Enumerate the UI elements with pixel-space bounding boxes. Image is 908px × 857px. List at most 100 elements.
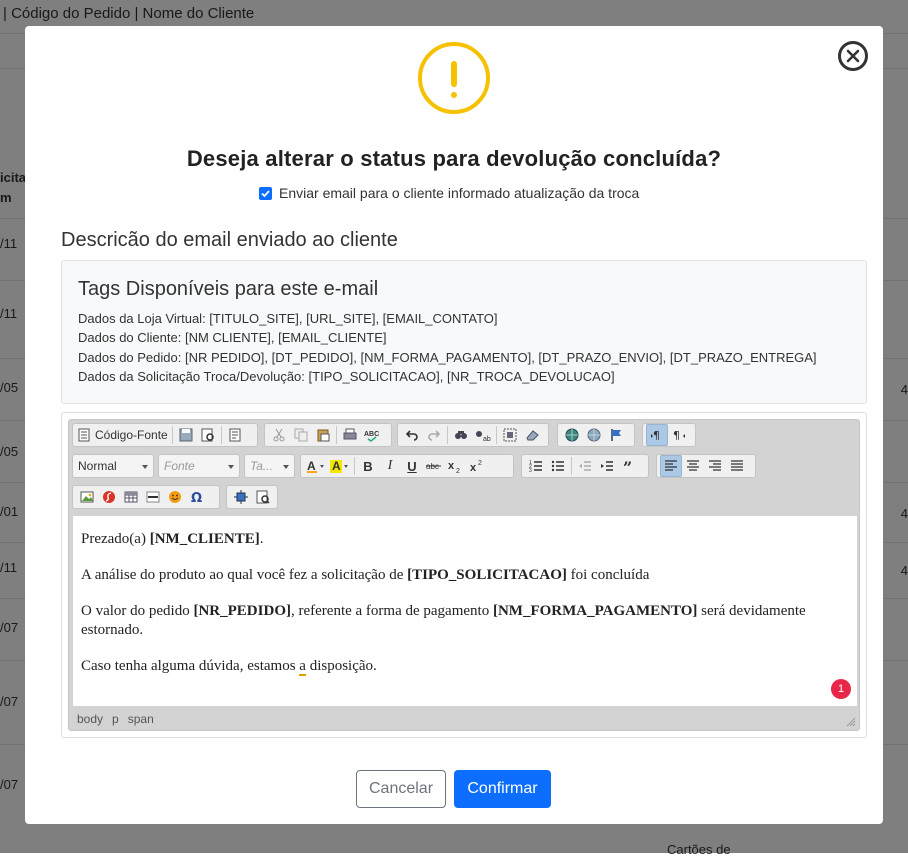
format-select[interactable]: Normal: [72, 454, 154, 478]
font-select[interactable]: Fonte: [158, 454, 240, 478]
svg-text:A: A: [332, 459, 341, 473]
strike-button[interactable]: abc: [423, 455, 445, 477]
italic-button[interactable]: I: [379, 455, 401, 477]
toolbar-document-group: Código-Fonte: [72, 423, 258, 447]
source-button[interactable]: Código-Fonte: [76, 424, 170, 446]
blockquote-button[interactable]: ”: [618, 455, 640, 477]
email-editor-wrapper: Código-Fonte ABC ab ¶ ¶ Normal Fonte Ta.…: [61, 412, 867, 738]
available-tags-panel: Tags Disponíveis para este e-mail Dados …: [61, 260, 867, 404]
preview-button[interactable]: [197, 424, 219, 446]
replace-icon: ab: [476, 431, 491, 442]
templates-button[interactable]: [224, 424, 246, 446]
numbered-list-button[interactable]: 123: [525, 455, 547, 477]
maximize-icon: [234, 490, 248, 504]
special-char-button[interactable]: Ω: [186, 486, 208, 508]
replace-button[interactable]: ab: [472, 424, 494, 446]
bullet-list-button[interactable]: [547, 455, 569, 477]
undo-button[interactable]: [401, 424, 423, 446]
align-center-icon: [687, 460, 699, 471]
close-button[interactable]: [838, 41, 868, 71]
toolbar-edit-group: ab: [397, 423, 549, 447]
table-icon: [124, 491, 138, 503]
close-icon: [846, 49, 860, 63]
align-left-button[interactable]: [660, 455, 682, 477]
svg-text:2: 2: [456, 468, 460, 473]
subscript-button[interactable]: x2: [445, 455, 467, 477]
resize-handle-icon[interactable]: [846, 717, 856, 727]
superscript-button[interactable]: x2: [467, 455, 489, 477]
globe-unlink-icon: [587, 428, 601, 442]
content-tag: [TIPO_SOLICITACAO]: [407, 567, 567, 583]
text-color-button[interactable]: A: [304, 455, 328, 477]
path-item-p[interactable]: p: [112, 712, 119, 726]
anchor-button[interactable]: [605, 424, 627, 446]
redo-button[interactable]: [423, 424, 445, 446]
omega-icon: Ω: [191, 491, 202, 504]
content-tag: [NR_PEDIDO]: [193, 603, 291, 619]
spellcheck-mark[interactable]: a: [299, 658, 306, 676]
image-button[interactable]: [76, 486, 98, 508]
paste-button[interactable]: [312, 424, 334, 446]
path-item-span[interactable]: span: [128, 712, 154, 726]
print-button[interactable]: [339, 424, 361, 446]
cancel-button[interactable]: Cancelar: [356, 770, 446, 808]
numbered-list-icon: 123: [529, 460, 542, 473]
size-select[interactable]: Ta...: [244, 454, 295, 478]
text-ltr-icon: ¶: [651, 429, 660, 442]
strikethrough-icon: abc: [426, 462, 441, 471]
select-all-icon: [503, 428, 517, 442]
maximize-button[interactable]: [230, 486, 252, 508]
link-button[interactable]: [561, 424, 583, 446]
rtl-button[interactable]: ¶: [668, 424, 690, 446]
flash-button[interactable]: [98, 486, 120, 508]
copy-icon: [294, 428, 308, 442]
align-right-button[interactable]: [704, 455, 726, 477]
source-button-label: Código-Fonte: [95, 428, 168, 442]
send-email-checkbox[interactable]: [259, 186, 272, 200]
warning-icon: [418, 42, 490, 114]
align-right-icon: [709, 460, 721, 471]
cut-button[interactable]: [268, 424, 290, 446]
spellcheck-button[interactable]: ABC: [361, 424, 383, 446]
send-email-checkbox-row[interactable]: Enviar email para o cliente informado at…: [259, 183, 639, 203]
horizontal-rule-button[interactable]: [142, 486, 164, 508]
send-email-checkbox-label[interactable]: Enviar email para o cliente informado at…: [279, 185, 639, 201]
show-blocks-button[interactable]: [252, 486, 274, 508]
justify-button[interactable]: [726, 455, 748, 477]
find-button[interactable]: [450, 424, 472, 446]
bg-color-button[interactable]: A: [328, 455, 352, 477]
align-left-icon: [665, 460, 677, 471]
svg-text:A: A: [307, 459, 316, 473]
tags-line-request: Dados da Solicitação Troca/Devolução: [T…: [78, 369, 615, 384]
globe-link-icon: [565, 428, 579, 442]
ltr-button[interactable]: ¶: [646, 424, 668, 446]
editor-content-area[interactable]: Prezado(a) [NM_CLIENTE]. A análise do pr…: [73, 516, 857, 706]
save-icon: [179, 428, 193, 442]
save-button[interactable]: [175, 424, 197, 446]
path-item-body[interactable]: body: [77, 712, 103, 726]
indent-button[interactable]: [596, 455, 618, 477]
cut-icon: [273, 428, 285, 442]
unlink-button[interactable]: [583, 424, 605, 446]
copy-button[interactable]: [290, 424, 312, 446]
underline-button[interactable]: U: [401, 455, 423, 477]
bullet-list-icon: [551, 460, 564, 472]
show-blocks-icon: [256, 490, 270, 504]
paste-icon: [317, 429, 330, 442]
spellcheck-icon: ABC: [364, 431, 379, 442]
table-button[interactable]: [120, 486, 142, 508]
smiley-button[interactable]: [164, 486, 186, 508]
select-all-button[interactable]: [499, 424, 521, 446]
toolbar-view-group: [226, 485, 278, 509]
svg-text:ab: ab: [483, 436, 491, 442]
font-select-value: Fonte: [164, 459, 195, 473]
grammar-issue-badge[interactable]: 1: [831, 679, 851, 699]
justify-icon: [731, 460, 743, 471]
toolbar-direction-group: ¶ ¶: [642, 423, 696, 447]
bold-button[interactable]: B: [357, 455, 379, 477]
svg-text:”: ”: [623, 459, 632, 473]
align-center-button[interactable]: [682, 455, 704, 477]
confirm-button[interactable]: Confirmar: [454, 770, 551, 808]
outdent-button[interactable]: [574, 455, 596, 477]
remove-format-button[interactable]: [521, 424, 543, 446]
